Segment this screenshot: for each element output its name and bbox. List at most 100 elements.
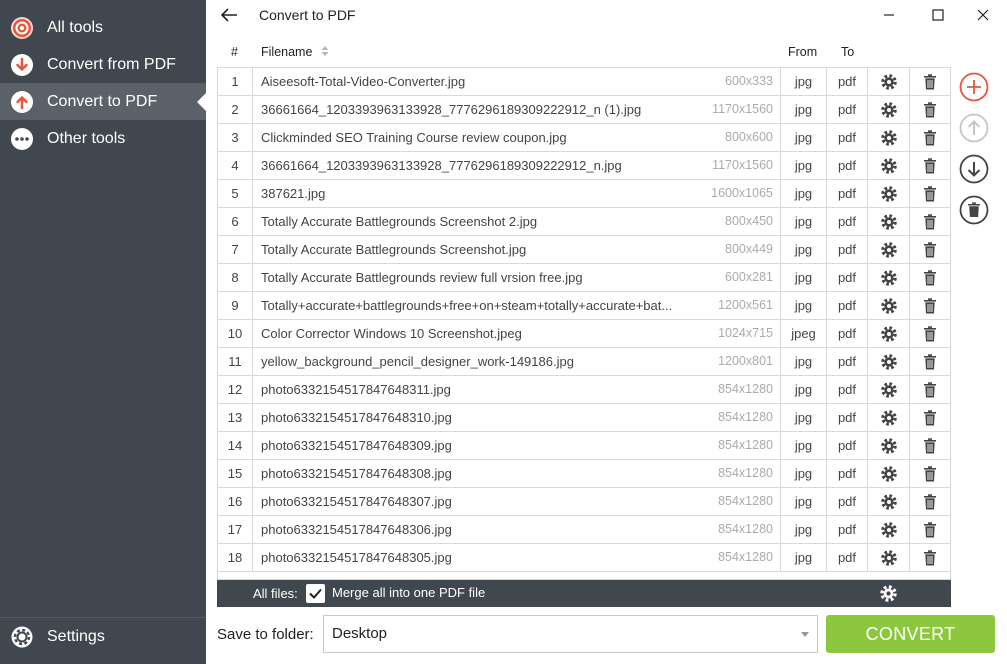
row-delete-button[interactable] bbox=[910, 96, 950, 123]
table-row[interactable]: 1 Aiseesoft-Total-Video-Converter.jpg 60… bbox=[218, 68, 950, 96]
row-filename: photo6332154517847648308.jpg bbox=[261, 466, 452, 481]
row-delete-button[interactable] bbox=[910, 180, 950, 207]
file-table: 1 Aiseesoft-Total-Video-Converter.jpg 60… bbox=[217, 67, 951, 580]
row-from-format: jpg bbox=[780, 264, 827, 291]
row-settings-button[interactable] bbox=[868, 432, 910, 459]
row-from-format: jpg bbox=[780, 124, 827, 151]
row-settings-button[interactable] bbox=[868, 348, 910, 375]
table-row[interactable]: 15 photo6332154517847648308.jpg 854x1280… bbox=[218, 460, 950, 488]
gear-icon bbox=[880, 353, 897, 370]
row-settings-button[interactable] bbox=[868, 544, 910, 571]
table-row[interactable]: 9 Totally+accurate+battlegrounds+free+on… bbox=[218, 292, 950, 320]
table-row[interactable]: 7 Totally Accurate Battlegrounds Screens… bbox=[218, 236, 950, 264]
column-header-number: # bbox=[231, 45, 238, 59]
table-row[interactable]: 18 photo6332154517847648305.jpg 854x1280… bbox=[218, 544, 950, 572]
table-row[interactable]: 17 photo6332154517847648306.jpg 854x1280… bbox=[218, 516, 950, 544]
clear-all-icon[interactable] bbox=[959, 195, 989, 225]
row-number: 4 bbox=[218, 152, 253, 179]
row-delete-button[interactable] bbox=[910, 124, 950, 151]
row-filename: Totally Accurate Battlegrounds review fu… bbox=[261, 270, 583, 285]
row-delete-button[interactable] bbox=[910, 152, 950, 179]
row-settings-button[interactable] bbox=[868, 180, 910, 207]
gear-icon bbox=[880, 185, 897, 202]
close-icon[interactable] bbox=[972, 4, 994, 26]
row-settings-button[interactable] bbox=[868, 236, 910, 263]
row-delete-button[interactable] bbox=[910, 544, 950, 571]
minimize-icon[interactable] bbox=[878, 4, 900, 26]
table-row[interactable]: 11 yellow_background_pencil_designer_wor… bbox=[218, 348, 950, 376]
table-row[interactable]: 5 387621.jpg 1600x1065 jpg pdf bbox=[218, 180, 950, 208]
sidebar-item-settings[interactable]: Settings bbox=[0, 618, 206, 655]
row-delete-button[interactable] bbox=[910, 348, 950, 375]
row-delete-button[interactable] bbox=[910, 488, 950, 515]
row-filename: photo6332154517847648310.jpg bbox=[261, 410, 452, 425]
row-to-format: pdf bbox=[827, 236, 868, 263]
row-settings-button[interactable] bbox=[868, 264, 910, 291]
move-down-icon[interactable] bbox=[959, 154, 989, 184]
sidebar-item-convert-from-pdf[interactable]: Convert from PDF bbox=[0, 46, 206, 83]
trash-icon bbox=[924, 157, 936, 173]
save-folder-value: Desktop bbox=[332, 625, 388, 642]
maximize-icon[interactable] bbox=[927, 4, 949, 26]
upload-circle-icon bbox=[11, 90, 33, 113]
row-delete-button[interactable] bbox=[910, 320, 950, 347]
row-settings-button[interactable] bbox=[868, 208, 910, 235]
row-filename: photo6332154517847648307.jpg bbox=[261, 494, 452, 509]
sidebar-item-other-tools[interactable]: Other tools bbox=[0, 120, 206, 157]
table-row[interactable]: 13 photo6332154517847648310.jpg 854x1280… bbox=[218, 404, 950, 432]
row-settings-button[interactable] bbox=[868, 376, 910, 403]
merge-label[interactable]: Merge all into one PDF file bbox=[332, 585, 485, 600]
row-delete-button[interactable] bbox=[910, 376, 950, 403]
table-row[interactable]: 14 photo6332154517847648309.jpg 854x1280… bbox=[218, 432, 950, 460]
row-delete-button[interactable] bbox=[910, 236, 950, 263]
sidebar-item-label: Convert to PDF bbox=[47, 92, 158, 110]
row-filename: yellow_background_pencil_designer_work-1… bbox=[261, 354, 574, 369]
gear-icon bbox=[880, 241, 897, 258]
row-settings-button[interactable] bbox=[868, 68, 910, 95]
row-number: 17 bbox=[218, 516, 253, 543]
row-settings-button[interactable] bbox=[868, 124, 910, 151]
row-settings-button[interactable] bbox=[868, 488, 910, 515]
convert-button[interactable]: CONVERT bbox=[826, 615, 995, 653]
gear-icon bbox=[11, 626, 33, 647]
row-settings-button[interactable] bbox=[868, 404, 910, 431]
all-files-settings-icon[interactable] bbox=[879, 584, 898, 603]
trash-icon bbox=[924, 465, 936, 481]
move-up-icon[interactable] bbox=[959, 113, 989, 143]
row-delete-button[interactable] bbox=[910, 208, 950, 235]
column-header-filename[interactable]: Filename bbox=[261, 45, 330, 59]
back-arrow-icon[interactable] bbox=[218, 4, 240, 26]
row-delete-button[interactable] bbox=[910, 404, 950, 431]
table-row[interactable]: 3 Clickminded SEO Training Course review… bbox=[218, 124, 950, 152]
add-file-icon[interactable] bbox=[959, 72, 989, 102]
table-row[interactable]: 16 photo6332154517847648307.jpg 854x1280… bbox=[218, 488, 950, 516]
row-dimensions: 854x1280 bbox=[718, 522, 773, 536]
gear-icon bbox=[880, 73, 897, 90]
row-number: 10 bbox=[218, 320, 253, 347]
row-delete-button[interactable] bbox=[910, 68, 950, 95]
sidebar-item-all-tools[interactable]: All tools bbox=[0, 9, 206, 46]
table-row[interactable]: 12 photo6332154517847648311.jpg 854x1280… bbox=[218, 376, 950, 404]
row-settings-button[interactable] bbox=[868, 96, 910, 123]
row-settings-button[interactable] bbox=[868, 152, 910, 179]
table-row[interactable]: 2 36661664_1203393963133928_777629618930… bbox=[218, 96, 950, 124]
more-dots-icon bbox=[11, 127, 33, 150]
row-delete-button[interactable] bbox=[910, 460, 950, 487]
table-row[interactable]: 10 Color Corrector Windows 10 Screenshot… bbox=[218, 320, 950, 348]
sidebar-item-convert-to-pdf[interactable]: Convert to PDF bbox=[0, 83, 206, 120]
row-settings-button[interactable] bbox=[868, 516, 910, 543]
row-delete-button[interactable] bbox=[910, 292, 950, 319]
row-delete-button[interactable] bbox=[910, 516, 950, 543]
row-delete-button[interactable] bbox=[910, 264, 950, 291]
row-settings-button[interactable] bbox=[868, 292, 910, 319]
row-settings-button[interactable] bbox=[868, 460, 910, 487]
merge-checkbox[interactable] bbox=[306, 584, 325, 603]
table-row[interactable]: 6 Totally Accurate Battlegrounds Screens… bbox=[218, 208, 950, 236]
row-to-format: pdf bbox=[827, 208, 868, 235]
table-row[interactable]: 4 36661664_1203393963133928_777629618930… bbox=[218, 152, 950, 180]
table-row[interactable]: 8 Totally Accurate Battlegrounds review … bbox=[218, 264, 950, 292]
trash-icon bbox=[924, 353, 936, 369]
row-delete-button[interactable] bbox=[910, 432, 950, 459]
save-folder-dropdown[interactable]: Desktop bbox=[323, 615, 818, 653]
row-settings-button[interactable] bbox=[868, 320, 910, 347]
